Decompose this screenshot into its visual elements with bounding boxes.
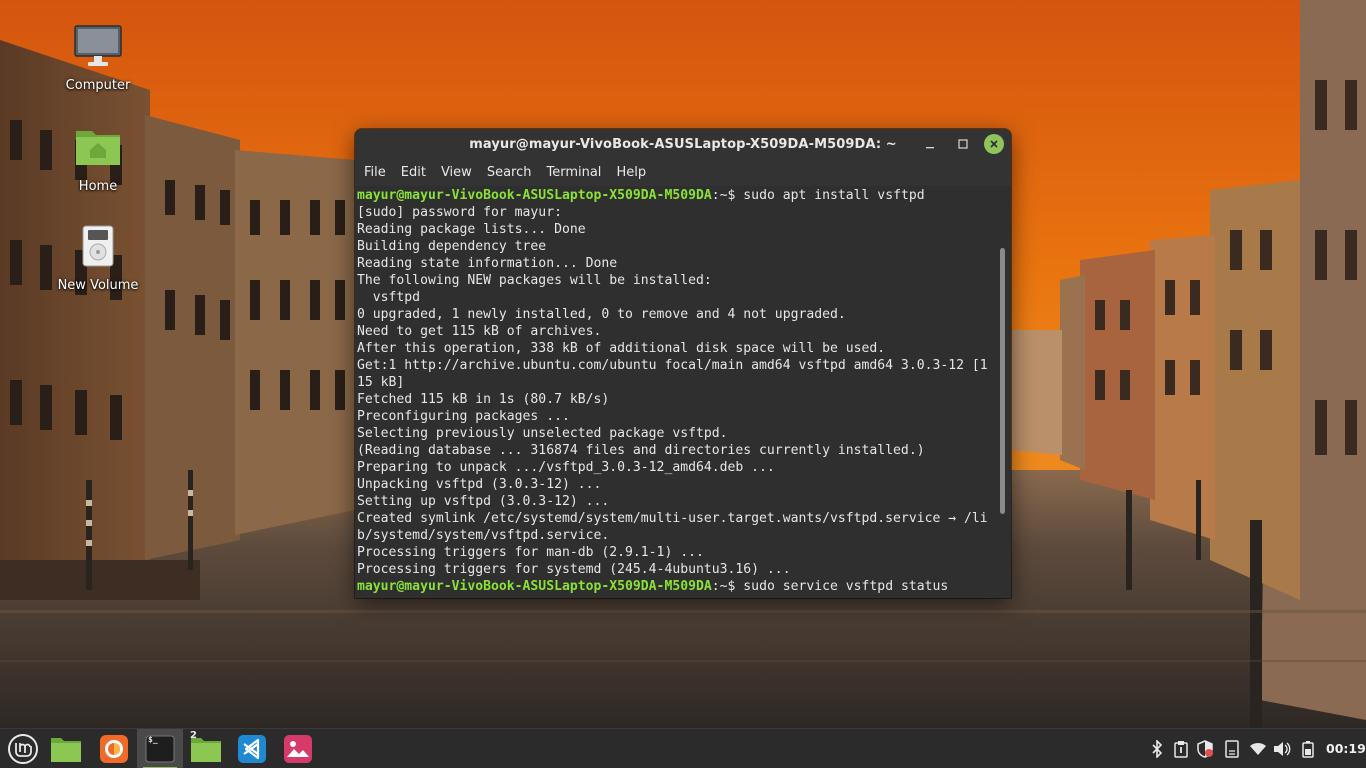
terminal-output-line: Unpacking vsftpd (3.0.3-12) ... [357, 477, 602, 492]
home-folder-icon [72, 125, 124, 177]
prompt-command: sudo service vsftpd status [743, 579, 949, 594]
menu-search[interactable]: Search [481, 160, 538, 186]
desktop-icon-computer[interactable]: Computer [48, 24, 148, 94]
menu-view[interactable]: View [435, 160, 478, 186]
bluetooth-tray-button[interactable] [1147, 739, 1167, 759]
terminal-output-line: Fetched 115 kB in 1s (80.7 kB/s) [357, 392, 610, 407]
taskbar-firefox-button[interactable] [91, 729, 137, 768]
window-title: mayur@mayur-VivoBook-ASUSLaptop-X509DA-M… [469, 137, 897, 152]
terminal-output-line: (Reading database ... 316874 files and d… [357, 443, 925, 458]
desktop-icon-home[interactable]: Home [48, 125, 148, 195]
vscode-icon [238, 735, 266, 763]
computer-icon [72, 24, 124, 76]
notes-icon [1225, 740, 1239, 758]
terminal-output-line: Reading state information... Done [357, 256, 618, 271]
battery-icon [1302, 741, 1314, 758]
prompt-path: :~$ [711, 579, 744, 594]
desktop-icon-label: New Volume [57, 278, 139, 293]
terminal-prompt-line: mayur@mayur-VivoBook-ASUSLaptop-X509DA-M… [357, 578, 999, 595]
volume-tray-button[interactable] [1272, 739, 1292, 759]
taskbar-image-viewer-button[interactable] [275, 729, 321, 768]
terminal-output-line: Setting up vsftpd (3.0.3-12) ... [357, 494, 610, 509]
prompt-user-host: mayur@mayur-VivoBook-ASUSLaptop-X509DA-M… [357, 188, 712, 203]
wifi-icon [1250, 742, 1266, 755]
terminal-output-line: After this operation, 338 kB of addition… [357, 341, 886, 356]
start-menu-button[interactable] [0, 729, 46, 768]
terminal-output-line: Need to get 115 kB of archives. [357, 324, 602, 339]
terminal-output-line: Created symlink /etc/systemd/system/mult… [357, 511, 988, 526]
menu-edit[interactable]: Edit [395, 160, 432, 186]
close-icon [990, 140, 998, 148]
window-titlebar[interactable]: mayur@mayur-VivoBook-ASUSLaptop-X509DA-M… [355, 129, 1011, 160]
terminal-icon-label: $_ [148, 735, 158, 744]
desktop-icon-new-volume[interactable]: New Volume [48, 224, 148, 294]
mint-menu-icon [8, 734, 38, 764]
image-viewer-icon [284, 735, 312, 763]
terminal-output-line: Processing triggers for man-db (2.9.1-1)… [357, 545, 704, 560]
prompt-command: sudo apt install vsftpd [743, 188, 925, 203]
terminal-output-line: Reading package lists... Done [357, 222, 586, 237]
taskbar-vscode-button[interactable] [229, 729, 275, 768]
terminal-output-line: [sudo] password for mayur: [357, 205, 562, 220]
prompt-path: :~$ [711, 188, 744, 203]
terminal-menubar: File Edit View Search Terminal Help [355, 160, 1011, 186]
terminal-output-line: Preconfiguring packages ... [357, 409, 570, 424]
clock[interactable]: 00:19 [1326, 729, 1366, 768]
maximize-button[interactable] [953, 134, 973, 154]
terminal-scrollbar[interactable] [1000, 248, 1005, 514]
menu-help[interactable]: Help [610, 160, 652, 186]
bluetooth-icon [1152, 740, 1163, 758]
terminal-prompt-line: mayur@mayur-VivoBook-ASUSLaptop-X509DA-M… [357, 187, 999, 204]
maximize-icon [958, 139, 968, 149]
terminal-output-area[interactable]: mayur@mayur-VivoBook-ASUSLaptop-X509DA-M… [355, 186, 1011, 598]
minimize-icon [926, 147, 934, 149]
terminal-output-line: Building dependency tree [357, 239, 547, 254]
taskbar: $_ 2 00:19 [0, 728, 1366, 768]
terminal-output-line: Get:1 http://archive.ubuntu.com/ubuntu f… [357, 358, 988, 373]
prompt-user-host: mayur@mayur-VivoBook-ASUSLaptop-X509DA-M… [357, 579, 712, 594]
terminal-text: mayur@mayur-VivoBook-ASUSLaptop-X509DA-M… [357, 187, 999, 595]
terminal-output-line: Selecting previously unselected package … [357, 426, 728, 441]
menu-file[interactable]: File [358, 160, 392, 186]
volume-icon [1274, 742, 1291, 756]
desktop-icon-label: Home [78, 179, 118, 194]
network-tray-button[interactable] [1248, 739, 1268, 759]
taskbar-terminal-button[interactable]: $_ [137, 729, 183, 768]
update-shield-icon [1197, 740, 1213, 758]
terminal-output-line: The following NEW packages will be insta… [357, 273, 712, 288]
taskbar-files-group-button[interactable]: 2 [183, 729, 229, 768]
terminal-output-line: Processing triggers for systemd (245.4-4… [357, 562, 791, 577]
terminal-window[interactable]: mayur@mayur-VivoBook-ASUSLaptop-X509DA-M… [355, 129, 1011, 598]
terminal-output-line: Preparing to unpack .../vsftpd_3.0.3-12_… [357, 460, 775, 475]
window-count-badge: 2 [190, 730, 197, 741]
close-button[interactable] [984, 134, 1004, 154]
drive-icon [72, 224, 124, 276]
battery-tray-button[interactable] [1298, 739, 1318, 759]
clipboard-tray-button[interactable] [1171, 739, 1191, 759]
firefox-icon [100, 735, 128, 763]
terminal-output-line: 15 kB] [357, 375, 405, 390]
minimize-button[interactable] [920, 134, 940, 154]
notes-tray-button[interactable] [1222, 739, 1242, 759]
desktop-icon-label: Computer [65, 78, 131, 93]
taskbar-files-button[interactable] [43, 729, 89, 768]
folder-icon [51, 738, 81, 762]
terminal-output-line: b/systemd/system/vsftpd.service. [357, 528, 610, 543]
terminal-output-line: vsftpd [357, 290, 421, 305]
update-manager-tray-button[interactable] [1195, 739, 1215, 759]
menu-terminal[interactable]: Terminal [540, 160, 607, 186]
terminal-output-line: 0 upgraded, 1 newly installed, 0 to remo… [357, 307, 846, 322]
clipboard-icon [1174, 741, 1188, 758]
